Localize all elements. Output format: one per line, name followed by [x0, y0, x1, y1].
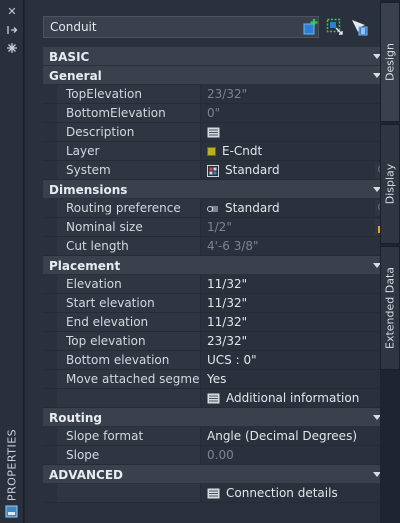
property-value-system[interactable]: Standard: [201, 161, 393, 179]
property-value[interactable]: 11/32": [201, 294, 393, 312]
quick-select-icon[interactable]: [301, 17, 321, 37]
property-row-start-elevation[interactable]: Start elevation 11/32": [43, 294, 393, 313]
tab-design-label: Design: [383, 43, 397, 81]
tab-display[interactable]: Display: [380, 124, 400, 244]
system-value: Standard: [225, 163, 280, 177]
category-placement-label: Placement: [49, 259, 121, 273]
property-row-end-elevation[interactable]: End elevation 11/32": [43, 313, 393, 332]
property-name: Nominal size: [66, 220, 143, 234]
connection-details-button[interactable]: Connection details: [201, 484, 393, 502]
close-icon[interactable]: ✕: [6, 6, 18, 18]
connection-details-label: Connection details: [226, 486, 338, 500]
system-icon: [207, 164, 219, 177]
property-name: System: [66, 163, 111, 177]
property-name: BottomElevation: [66, 106, 166, 120]
category-advanced[interactable]: ADVANCED: [43, 465, 393, 484]
property-value: 4'-6 3/8": [201, 237, 393, 255]
auto-hide-icon[interactable]: [6, 24, 18, 36]
property-row-topelevation[interactable]: TopElevation 23/32": [43, 85, 393, 104]
property-value[interactable]: 23/32": [201, 332, 393, 350]
category-routing-label: Routing: [49, 411, 103, 425]
property-row-move-attached-segments[interactable]: Move attached segme... Yes: [43, 370, 393, 389]
property-row-layer[interactable]: Layer E-Cndt: [43, 142, 393, 161]
tab-strip: Design Display Extended Data: [380, 0, 400, 523]
property-row-cut-length[interactable]: Cut length 4'-6 3/8": [43, 237, 393, 256]
routing-preference-value: Standard: [225, 201, 280, 215]
property-value[interactable]: Yes: [201, 370, 393, 388]
property-value-layer[interactable]: E-Cndt: [201, 142, 393, 160]
object-type-dropdown[interactable]: Conduit: [43, 16, 319, 38]
tab-extended-data[interactable]: Extended Data: [380, 246, 400, 370]
property-name: Top elevation: [66, 334, 146, 348]
category-placement[interactable]: Placement: [43, 256, 393, 275]
property-name: End elevation: [66, 315, 149, 329]
property-value: 23/32": [201, 85, 393, 103]
property-name: Move attached segme...: [66, 372, 201, 386]
routing-preference-icon: [207, 205, 218, 212]
property-row-slope[interactable]: Slope 0.00: [43, 446, 393, 465]
property-value[interactable]: Angle (Decimal Degrees): [201, 427, 393, 445]
property-name: Description: [66, 125, 135, 139]
property-name: Bottom elevation: [66, 353, 170, 367]
category-general-label: General: [49, 69, 102, 83]
category-basic[interactable]: BASIC: [43, 47, 393, 66]
edit-text-icon: [207, 393, 220, 404]
category-dimensions-label: Dimensions: [49, 183, 128, 197]
property-name: Cut length: [66, 239, 129, 253]
edit-text-icon[interactable]: [207, 127, 220, 138]
property-value: 0.00: [201, 446, 393, 464]
category-basic-label: BASIC: [49, 50, 90, 64]
property-name: TopElevation: [66, 87, 142, 101]
property-name: Slope: [66, 448, 100, 462]
category-advanced-label: ADVANCED: [49, 468, 124, 482]
property-value-nominal-size: 1/2": [201, 218, 393, 236]
category-dimensions[interactable]: Dimensions: [43, 180, 393, 199]
category-routing[interactable]: Routing: [43, 408, 393, 427]
property-row-elevation[interactable]: Elevation 11/32": [43, 275, 393, 294]
property-row-description[interactable]: Description: [43, 123, 393, 142]
property-row-system[interactable]: System Standard: [43, 161, 393, 180]
additional-information-label: Additional information: [226, 391, 360, 405]
object-type-value: Conduit: [50, 20, 97, 34]
property-row-connection-details[interactable]: Connection details: [43, 484, 393, 503]
layer-color-swatch: [207, 147, 216, 156]
property-value[interactable]: UCS : 0": [201, 351, 393, 369]
property-value[interactable]: 11/32": [201, 313, 393, 331]
select-objects-icon[interactable]: [325, 17, 345, 37]
nominal-size-value: 1/2": [207, 220, 232, 234]
additional-information-button[interactable]: Additional information: [201, 389, 393, 407]
properties-settings-icon[interactable]: [6, 42, 18, 54]
property-row-slope-format[interactable]: Slope format Angle (Decimal Degrees): [43, 427, 393, 446]
tab-design[interactable]: Design: [380, 2, 400, 122]
tab-display-label: Display: [383, 163, 397, 205]
layer-value: E-Cndt: [222, 144, 263, 158]
palette-title-label: PROPERTIES: [5, 428, 19, 502]
properties-panel: Conduit BASIC General TopElevation 23/32…: [25, 0, 393, 523]
edit-text-icon: [207, 488, 220, 499]
property-value-description[interactable]: [201, 123, 393, 141]
category-general[interactable]: General: [43, 66, 393, 85]
property-row-bottom-elevation[interactable]: Bottom elevation UCS : 0": [43, 351, 393, 370]
property-name: Elevation: [66, 277, 122, 291]
property-name: Slope format: [66, 429, 144, 443]
property-row-routing-preference[interactable]: Routing preference Standard: [43, 199, 393, 218]
palette-title-bar: ✕ PROPERTIES: [0, 0, 24, 523]
property-value: 0": [201, 104, 393, 122]
property-grid: BASIC General TopElevation 23/32" Bottom…: [43, 47, 393, 503]
property-name: Layer: [66, 144, 100, 158]
property-row-top-elevation[interactable]: Top elevation 23/32": [43, 332, 393, 351]
property-row-bottomelevation[interactable]: BottomElevation 0": [43, 104, 393, 123]
properties-palette-icon[interactable]: [5, 505, 18, 518]
tab-extended-data-label: Extended Data: [383, 266, 397, 350]
property-row-additional-information[interactable]: Additional information: [43, 389, 393, 408]
property-value-routing-preference[interactable]: Standard: [201, 199, 393, 217]
property-name: Routing preference: [66, 201, 181, 215]
toggle-pickadd-icon[interactable]: [349, 17, 369, 37]
property-name: Start elevation: [66, 296, 155, 310]
palette-title: PROPERTIES: [3, 428, 21, 502]
property-row-nominal-size[interactable]: Nominal size 1/2": [43, 218, 393, 237]
property-value[interactable]: 11/32": [201, 275, 393, 293]
